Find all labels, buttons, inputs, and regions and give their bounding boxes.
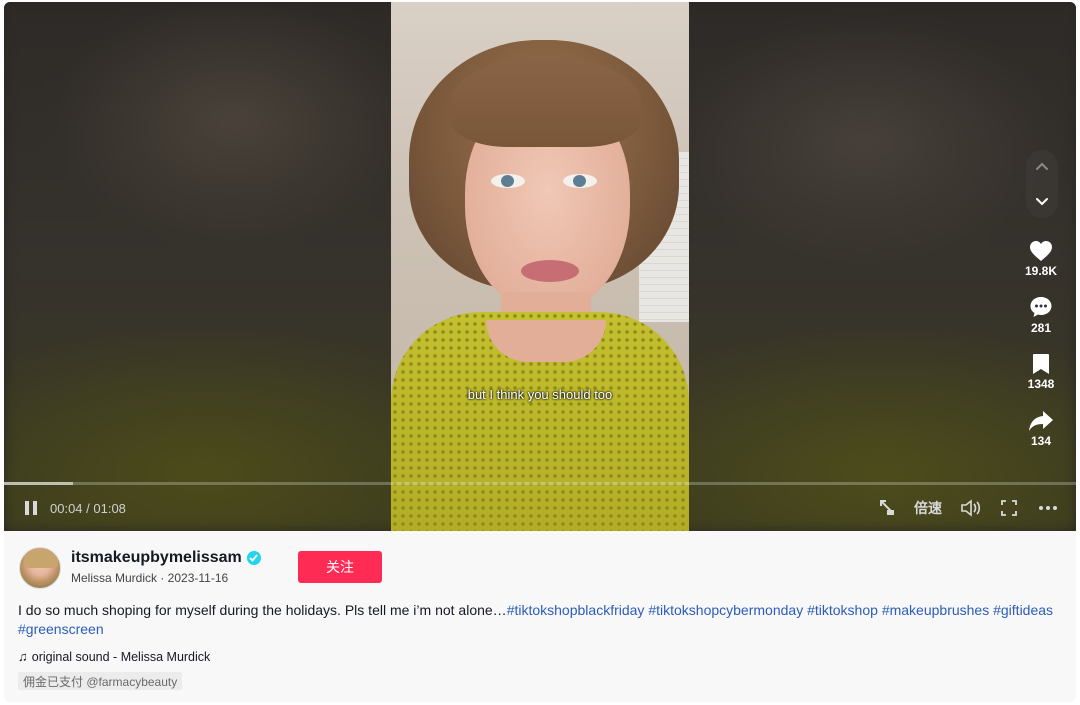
- chevron-down-icon: [1036, 198, 1048, 206]
- bookmark-count: 1348: [1027, 377, 1055, 391]
- author-subline: Melissa Murdick · 2023-11-16: [71, 571, 229, 585]
- next-video-button[interactable]: [1026, 184, 1058, 218]
- share-icon: [1029, 411, 1053, 431]
- share-count: 134: [1030, 434, 1052, 448]
- music-link[interactable]: ♫ original sound - Melissa Murdick: [18, 649, 210, 664]
- pip-button[interactable]: [876, 498, 898, 518]
- comment-count: 281: [1030, 321, 1052, 335]
- video-caption: but I think you should too: [467, 387, 613, 402]
- time-display: 00:04 / 01:08: [50, 500, 126, 516]
- subject-bangs: [451, 57, 641, 147]
- volume-button[interactable]: [959, 498, 983, 518]
- pause-icon: [25, 501, 37, 515]
- speed-button[interactable]: 倍速: [912, 498, 944, 518]
- username-row: itsmakeupbymelissam: [71, 549, 261, 567]
- subject-mouth: [521, 260, 579, 282]
- progress-fill: [4, 482, 73, 485]
- description-text: I do so much shoping for myself during t…: [18, 602, 507, 618]
- more-options-button[interactable]: [1036, 498, 1060, 518]
- pip-icon: [880, 500, 894, 515]
- fullscreen-button[interactable]: [998, 498, 1020, 518]
- pause-button[interactable]: [24, 498, 40, 518]
- avatar[interactable]: [19, 547, 61, 589]
- follow-button[interactable]: 关注: [298, 551, 382, 583]
- comment-icon: [1030, 297, 1052, 317]
- bookmark-action[interactable]: 1348: [1016, 353, 1066, 391]
- music-note-icon: ♫: [18, 649, 28, 664]
- video-navigation: [1026, 150, 1058, 218]
- subject-eye-left: [491, 174, 525, 188]
- video-description: I do so much shoping for myself during t…: [18, 601, 1058, 639]
- progress-bar[interactable]: [4, 482, 1076, 485]
- video-info: itsmakeupbymelissam Melissa Murdick · 20…: [4, 531, 1076, 702]
- like-count: 19.8K: [1024, 264, 1058, 278]
- hashtag-link[interactable]: #tiktokshopblackfriday: [507, 602, 645, 618]
- like-action[interactable]: 19.8K: [1016, 240, 1066, 278]
- more-icon: [1039, 506, 1057, 510]
- music-label: original sound - Melissa Murdick: [31, 649, 211, 664]
- sponsor-tag[interactable]: 佣金已支付 @farmacybeauty: [18, 672, 183, 690]
- username[interactable]: itsmakeupbymelissam: [71, 549, 242, 567]
- subject-eye-right: [563, 174, 597, 188]
- volume-icon: [961, 499, 981, 517]
- video-player[interactable]: but I think you should too 19.8K 281 134…: [4, 2, 1076, 531]
- heart-icon: [1030, 241, 1052, 261]
- comment-action[interactable]: 281: [1016, 295, 1066, 335]
- avatar-hair: [24, 550, 58, 568]
- hashtag-link[interactable]: #tiktokshopcybermonday: [648, 602, 803, 618]
- fullscreen-icon: [1001, 500, 1017, 516]
- video-card: but I think you should too 19.8K 281 134…: [4, 2, 1076, 702]
- hashtag-link[interactable]: #giftideas: [993, 602, 1053, 618]
- verified-icon: [246, 551, 261, 565]
- hashtag-link[interactable]: #tiktokshop: [807, 602, 878, 618]
- chevron-up-icon: [1036, 162, 1048, 170]
- video-frame[interactable]: [391, 2, 689, 531]
- bookmark-icon: [1033, 354, 1049, 374]
- previous-video-button[interactable]: [1026, 150, 1058, 184]
- hashtag-link[interactable]: #greenscreen: [18, 621, 104, 637]
- hashtag-link[interactable]: #makeupbrushes: [882, 602, 989, 618]
- share-action[interactable]: 134: [1016, 410, 1066, 448]
